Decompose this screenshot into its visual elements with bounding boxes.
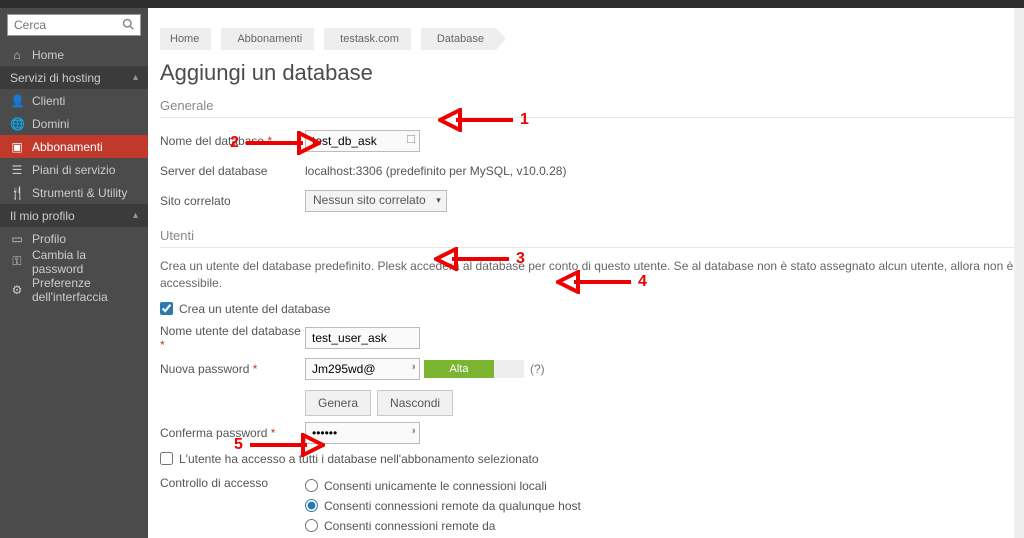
site-label: Sito correlato — [160, 194, 305, 208]
sidebar-item-home[interactable]: ⌂ Home — [0, 43, 148, 66]
password-label: Nuova password * — [160, 362, 305, 376]
create-user-checkbox[interactable] — [160, 302, 173, 315]
search-wrap — [0, 8, 148, 43]
crumb-abbonamenti[interactable]: Abbonamenti — [221, 28, 314, 50]
reveal-icon[interactable]: ◑ — [409, 361, 416, 373]
dbuser-name-input[interactable] — [305, 327, 420, 349]
list-icon: ☰ — [10, 163, 24, 177]
scrollbar[interactable] — [1014, 8, 1024, 538]
globe-icon: 🌐 — [10, 117, 24, 131]
section-generale: Generale — [160, 98, 1024, 118]
password-input[interactable] — [305, 358, 420, 380]
page-title: Aggiungi un database — [160, 60, 1024, 86]
generate-button[interactable]: Genera — [305, 390, 371, 416]
dbuser-name-label: Nome utente del database * — [160, 324, 305, 352]
tools-icon: 🍴 — [10, 186, 24, 200]
sidebar-item-clienti[interactable]: 👤Clienti — [0, 89, 148, 112]
main-topbar — [148, 0, 1024, 8]
create-user-label: Crea un utente del database — [179, 302, 330, 316]
breadcrumb: Home Abbonamenti testask.com Database — [160, 28, 1024, 50]
server-label: Server del database — [160, 164, 305, 178]
sidebar-group-hosting[interactable]: Servizi di hosting ▴ — [0, 66, 148, 89]
gear-icon: ⚙ — [10, 283, 24, 297]
alldb-checkbox[interactable] — [160, 452, 173, 465]
key-icon: ⚿ — [10, 254, 24, 269]
search-icon — [118, 18, 138, 33]
collapse-icon: ▴ — [133, 72, 138, 83]
crumb-home[interactable]: Home — [160, 28, 211, 50]
radio-anyhost[interactable] — [305, 499, 318, 512]
alldb-checkbox-row: L'utente ha accesso a tutti i database n… — [160, 452, 1024, 466]
users-hint: Crea un utente del database predefinito.… — [160, 258, 1024, 292]
collapse-icon: ▴ — [133, 210, 138, 221]
server-value: localhost:3306 (predefinito per MySQL, v… — [305, 164, 566, 178]
sidebar-topbar — [0, 0, 148, 8]
sidebar: ⌂ Home Servizi di hosting ▴ 👤Clienti 🌐Do… — [0, 0, 148, 538]
create-user-checkbox-row: Crea un utente del database — [160, 302, 1024, 316]
search-input[interactable] — [8, 15, 118, 35]
person-icon: 👤 — [10, 94, 24, 108]
home-icon: ⌂ — [10, 48, 24, 62]
main-column: Home Abbonamenti testask.com Database Ag… — [148, 0, 1024, 538]
confirm-password-label: Conferma password * — [160, 426, 305, 440]
radio-local[interactable] — [305, 479, 318, 492]
password-help-link[interactable]: (?) — [530, 360, 545, 378]
sidebar-item-cambia-password[interactable]: ⚿Cambia la password — [0, 250, 148, 273]
id-icon: ▭ — [10, 232, 24, 246]
sidebar-item-piani[interactable]: ☰Piani di servizio — [0, 158, 148, 181]
card-icon: ▣ — [10, 140, 24, 154]
sidebar-item-abbonamenti[interactable]: ▣Abbonamenti — [0, 135, 148, 158]
db-name-label: Nome del database * — [160, 134, 305, 148]
reveal-icon-2[interactable]: ◑ — [409, 425, 416, 437]
alldb-label: L'utente ha accesso a tutti i database n… — [179, 452, 539, 466]
search-box[interactable] — [7, 14, 141, 36]
access-control-label: Controllo di accesso — [160, 476, 305, 490]
section-utenti: Utenti — [160, 228, 1024, 248]
db-name-input[interactable] — [305, 130, 420, 152]
radio-from[interactable] — [305, 519, 318, 532]
crumb-database[interactable]: Database — [421, 28, 496, 50]
password-strength: Alta — [424, 360, 524, 378]
hide-button[interactable]: Nascondi — [377, 390, 453, 416]
confirm-password-input[interactable] — [305, 422, 420, 444]
crumb-domain[interactable]: testask.com — [324, 28, 411, 50]
sidebar-group-profilo[interactable]: Il mio profilo ▴ — [0, 204, 148, 227]
sidebar-item-domini[interactable]: 🌐Domini — [0, 112, 148, 135]
sidebar-item-preferenze[interactable]: ⚙Preferenze dell'interfaccia — [0, 273, 148, 307]
clear-icon[interactable]: ☐ — [406, 133, 416, 146]
site-select[interactable]: Nessun sito correlato — [305, 190, 447, 212]
sidebar-item-strumenti[interactable]: 🍴Strumenti & Utility — [0, 181, 148, 204]
